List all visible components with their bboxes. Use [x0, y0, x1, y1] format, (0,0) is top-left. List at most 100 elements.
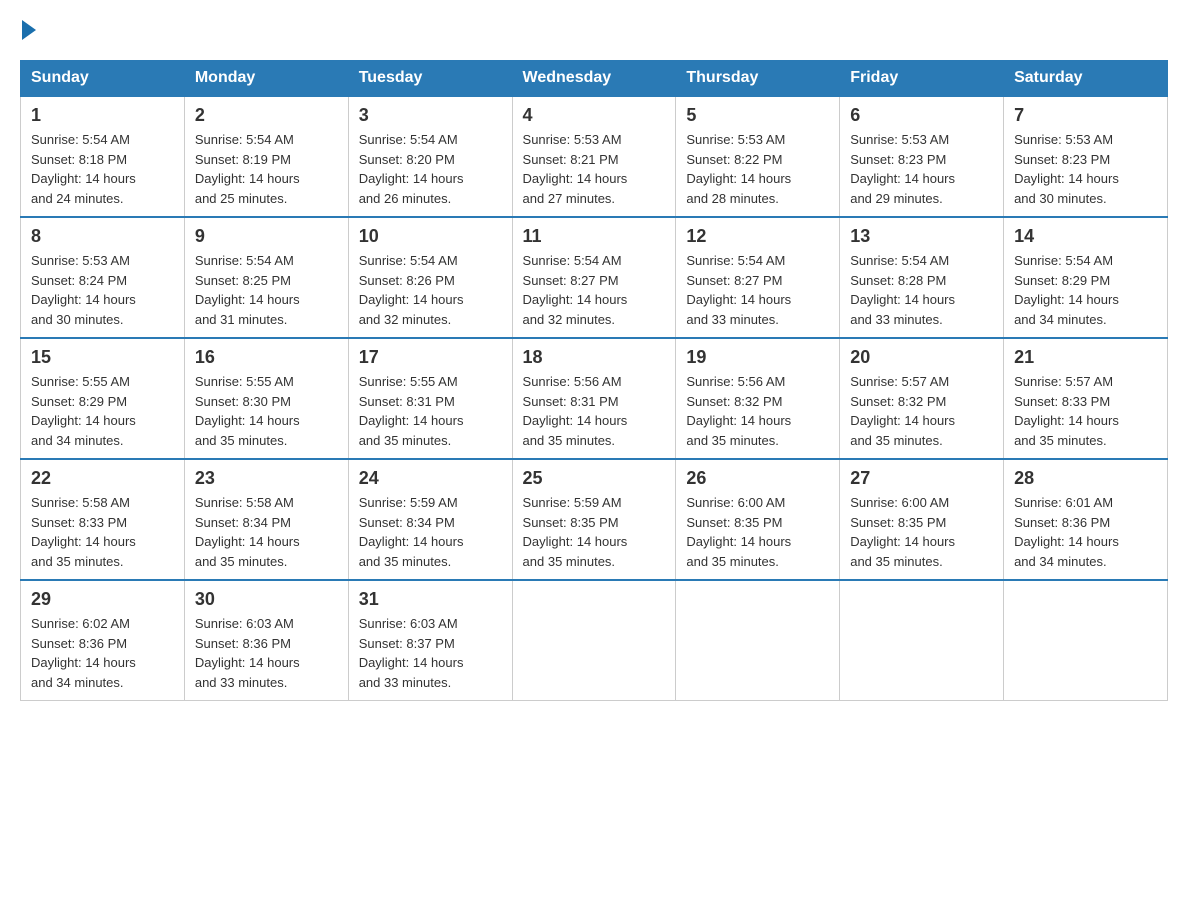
day-info: Sunrise: 5:54 AMSunset: 8:29 PMDaylight:… [1014, 253, 1119, 327]
col-header-monday: Monday [184, 61, 348, 97]
day-info: Sunrise: 5:53 AMSunset: 8:24 PMDaylight:… [31, 253, 136, 327]
col-header-sunday: Sunday [21, 61, 185, 97]
day-info: Sunrise: 5:54 AMSunset: 8:25 PMDaylight:… [195, 253, 300, 327]
day-number: 26 [686, 468, 829, 489]
day-number: 18 [523, 347, 666, 368]
day-number: 28 [1014, 468, 1157, 489]
calendar-cell: 10 Sunrise: 5:54 AMSunset: 8:26 PMDaylig… [348, 217, 512, 338]
week-row-1: 1 Sunrise: 5:54 AMSunset: 8:18 PMDayligh… [21, 96, 1168, 217]
day-info: Sunrise: 6:02 AMSunset: 8:36 PMDaylight:… [31, 616, 136, 690]
day-number: 30 [195, 589, 338, 610]
day-info: Sunrise: 5:58 AMSunset: 8:33 PMDaylight:… [31, 495, 136, 569]
calendar-cell: 9 Sunrise: 5:54 AMSunset: 8:25 PMDayligh… [184, 217, 348, 338]
day-number: 9 [195, 226, 338, 247]
day-number: 16 [195, 347, 338, 368]
day-info: Sunrise: 5:57 AMSunset: 8:33 PMDaylight:… [1014, 374, 1119, 448]
calendar-cell [512, 580, 676, 701]
day-info: Sunrise: 5:54 AMSunset: 8:26 PMDaylight:… [359, 253, 464, 327]
col-header-thursday: Thursday [676, 61, 840, 97]
week-row-2: 8 Sunrise: 5:53 AMSunset: 8:24 PMDayligh… [21, 217, 1168, 338]
day-info: Sunrise: 5:59 AMSunset: 8:35 PMDaylight:… [523, 495, 628, 569]
day-number: 12 [686, 226, 829, 247]
day-info: Sunrise: 5:54 AMSunset: 8:19 PMDaylight:… [195, 132, 300, 206]
calendar-cell: 6 Sunrise: 5:53 AMSunset: 8:23 PMDayligh… [840, 96, 1004, 217]
col-header-wednesday: Wednesday [512, 61, 676, 97]
day-number: 13 [850, 226, 993, 247]
day-info: Sunrise: 6:03 AMSunset: 8:36 PMDaylight:… [195, 616, 300, 690]
day-number: 15 [31, 347, 174, 368]
logo [20, 20, 36, 40]
day-number: 20 [850, 347, 993, 368]
calendar-cell: 4 Sunrise: 5:53 AMSunset: 8:21 PMDayligh… [512, 96, 676, 217]
calendar-cell: 13 Sunrise: 5:54 AMSunset: 8:28 PMDaylig… [840, 217, 1004, 338]
day-info: Sunrise: 5:53 AMSunset: 8:21 PMDaylight:… [523, 132, 628, 206]
calendar-cell [840, 580, 1004, 701]
calendar-cell: 26 Sunrise: 6:00 AMSunset: 8:35 PMDaylig… [676, 459, 840, 580]
col-header-friday: Friday [840, 61, 1004, 97]
page-header [20, 20, 1168, 40]
day-number: 17 [359, 347, 502, 368]
calendar-cell: 29 Sunrise: 6:02 AMSunset: 8:36 PMDaylig… [21, 580, 185, 701]
day-number: 3 [359, 105, 502, 126]
calendar-cell: 11 Sunrise: 5:54 AMSunset: 8:27 PMDaylig… [512, 217, 676, 338]
day-number: 14 [1014, 226, 1157, 247]
day-number: 31 [359, 589, 502, 610]
calendar-cell: 8 Sunrise: 5:53 AMSunset: 8:24 PMDayligh… [21, 217, 185, 338]
calendar-cell: 27 Sunrise: 6:00 AMSunset: 8:35 PMDaylig… [840, 459, 1004, 580]
day-info: Sunrise: 6:03 AMSunset: 8:37 PMDaylight:… [359, 616, 464, 690]
calendar-cell: 21 Sunrise: 5:57 AMSunset: 8:33 PMDaylig… [1004, 338, 1168, 459]
day-info: Sunrise: 5:53 AMSunset: 8:23 PMDaylight:… [1014, 132, 1119, 206]
day-info: Sunrise: 5:54 AMSunset: 8:28 PMDaylight:… [850, 253, 955, 327]
day-number: 22 [31, 468, 174, 489]
day-number: 6 [850, 105, 993, 126]
calendar-cell: 28 Sunrise: 6:01 AMSunset: 8:36 PMDaylig… [1004, 459, 1168, 580]
day-info: Sunrise: 5:57 AMSunset: 8:32 PMDaylight:… [850, 374, 955, 448]
day-number: 1 [31, 105, 174, 126]
day-info: Sunrise: 6:00 AMSunset: 8:35 PMDaylight:… [850, 495, 955, 569]
day-info: Sunrise: 5:55 AMSunset: 8:30 PMDaylight:… [195, 374, 300, 448]
calendar-cell: 20 Sunrise: 5:57 AMSunset: 8:32 PMDaylig… [840, 338, 1004, 459]
day-number: 27 [850, 468, 993, 489]
day-info: Sunrise: 5:53 AMSunset: 8:22 PMDaylight:… [686, 132, 791, 206]
day-number: 8 [31, 226, 174, 247]
col-header-saturday: Saturday [1004, 61, 1168, 97]
day-info: Sunrise: 5:56 AMSunset: 8:32 PMDaylight:… [686, 374, 791, 448]
week-row-4: 22 Sunrise: 5:58 AMSunset: 8:33 PMDaylig… [21, 459, 1168, 580]
calendar-cell: 18 Sunrise: 5:56 AMSunset: 8:31 PMDaylig… [512, 338, 676, 459]
calendar-table: SundayMondayTuesdayWednesdayThursdayFrid… [20, 60, 1168, 701]
calendar-cell: 16 Sunrise: 5:55 AMSunset: 8:30 PMDaylig… [184, 338, 348, 459]
day-info: Sunrise: 5:58 AMSunset: 8:34 PMDaylight:… [195, 495, 300, 569]
calendar-cell: 1 Sunrise: 5:54 AMSunset: 8:18 PMDayligh… [21, 96, 185, 217]
day-number: 7 [1014, 105, 1157, 126]
day-number: 24 [359, 468, 502, 489]
day-info: Sunrise: 5:55 AMSunset: 8:31 PMDaylight:… [359, 374, 464, 448]
day-info: Sunrise: 5:55 AMSunset: 8:29 PMDaylight:… [31, 374, 136, 448]
day-info: Sunrise: 6:00 AMSunset: 8:35 PMDaylight:… [686, 495, 791, 569]
calendar-cell: 7 Sunrise: 5:53 AMSunset: 8:23 PMDayligh… [1004, 96, 1168, 217]
day-number: 2 [195, 105, 338, 126]
week-row-5: 29 Sunrise: 6:02 AMSunset: 8:36 PMDaylig… [21, 580, 1168, 701]
day-info: Sunrise: 5:54 AMSunset: 8:27 PMDaylight:… [523, 253, 628, 327]
calendar-header-row: SundayMondayTuesdayWednesdayThursdayFrid… [21, 61, 1168, 97]
calendar-cell: 31 Sunrise: 6:03 AMSunset: 8:37 PMDaylig… [348, 580, 512, 701]
day-number: 25 [523, 468, 666, 489]
week-row-3: 15 Sunrise: 5:55 AMSunset: 8:29 PMDaylig… [21, 338, 1168, 459]
calendar-cell: 22 Sunrise: 5:58 AMSunset: 8:33 PMDaylig… [21, 459, 185, 580]
calendar-cell: 24 Sunrise: 5:59 AMSunset: 8:34 PMDaylig… [348, 459, 512, 580]
day-number: 19 [686, 347, 829, 368]
col-header-tuesday: Tuesday [348, 61, 512, 97]
day-number: 5 [686, 105, 829, 126]
day-number: 23 [195, 468, 338, 489]
calendar-cell: 30 Sunrise: 6:03 AMSunset: 8:36 PMDaylig… [184, 580, 348, 701]
day-number: 21 [1014, 347, 1157, 368]
calendar-cell: 3 Sunrise: 5:54 AMSunset: 8:20 PMDayligh… [348, 96, 512, 217]
calendar-cell: 25 Sunrise: 5:59 AMSunset: 8:35 PMDaylig… [512, 459, 676, 580]
day-number: 4 [523, 105, 666, 126]
logo-arrow-icon [22, 20, 36, 40]
day-number: 10 [359, 226, 502, 247]
calendar-cell: 14 Sunrise: 5:54 AMSunset: 8:29 PMDaylig… [1004, 217, 1168, 338]
day-info: Sunrise: 5:59 AMSunset: 8:34 PMDaylight:… [359, 495, 464, 569]
day-number: 11 [523, 226, 666, 247]
calendar-cell: 15 Sunrise: 5:55 AMSunset: 8:29 PMDaylig… [21, 338, 185, 459]
calendar-cell: 17 Sunrise: 5:55 AMSunset: 8:31 PMDaylig… [348, 338, 512, 459]
